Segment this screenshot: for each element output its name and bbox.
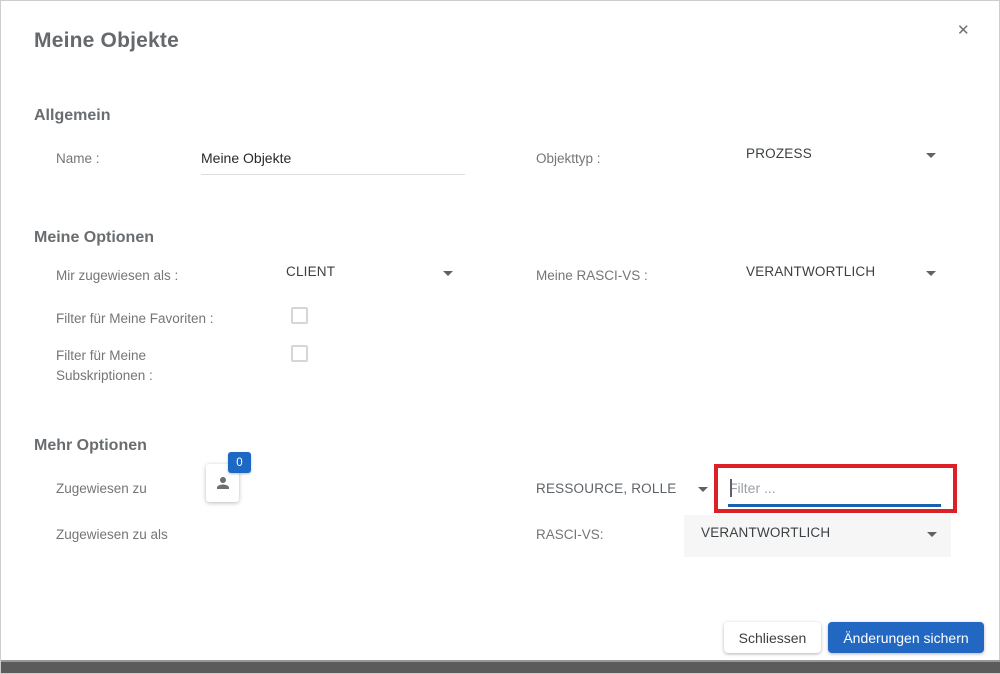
objekttyp-value[interactable]: PROZESS — [746, 146, 812, 161]
section-heading-allgemein: Allgemein — [34, 107, 111, 124]
section-heading-meine-optionen: Meine Optionen — [34, 229, 154, 246]
rasci-vs-select[interactable]: VERANTWORTLICH — [684, 515, 951, 557]
save-changes-button[interactable]: Änderungen sichern — [828, 622, 984, 653]
assigned-count-badge: 0 — [228, 452, 251, 473]
dialog: ✕ Meine Objekte Allgemein Name : Objektt… — [0, 0, 1000, 674]
bottom-window-edge — [1, 660, 1000, 673]
mir-zugewiesen-value[interactable]: CLIENT — [286, 264, 335, 279]
input-focus-underline — [728, 504, 941, 507]
chevron-down-icon[interactable] — [698, 487, 708, 492]
favoriten-checkbox[interactable] — [291, 307, 308, 324]
subskriptionen-label: Filter für Meine Subskriptionen : — [56, 348, 153, 383]
zugewiesen-zu-als-label: Zugewiesen zu als — [56, 527, 168, 542]
chevron-down-icon[interactable] — [927, 532, 937, 537]
close-button[interactable]: Schliessen — [724, 622, 821, 653]
name-label: Name : — [56, 151, 100, 166]
person-icon — [216, 477, 229, 489]
close-icon[interactable]: ✕ — [957, 23, 970, 38]
rasci-vs-value[interactable]: VERANTWORTLICH — [701, 525, 830, 540]
rasci-vs-label: RASCI-VS: — [536, 527, 604, 542]
chevron-down-icon[interactable] — [926, 153, 936, 158]
zugewiesen-zu-label: Zugewiesen zu — [56, 481, 147, 496]
ressource-rolle-value[interactable]: RESSOURCE, ROLLE — [536, 481, 677, 496]
name-input[interactable] — [201, 141, 465, 175]
mir-zugewiesen-label: Mir zugewiesen als : — [56, 268, 179, 283]
meine-rasci-value[interactable]: VERANTWORTLICH — [746, 264, 875, 279]
subskriptionen-checkbox[interactable] — [291, 345, 308, 362]
page-title: Meine Objekte — [34, 29, 179, 52]
chevron-down-icon[interactable] — [443, 271, 453, 276]
filter-input[interactable] — [729, 477, 941, 499]
text-cursor — [730, 479, 732, 497]
favoriten-label: Filter für Meine Favoriten : — [56, 311, 214, 326]
meine-rasci-label: Meine RASCI-VS : — [536, 268, 648, 283]
objekttyp-label: Objekttyp : — [536, 151, 601, 166]
chevron-down-icon[interactable] — [926, 271, 936, 276]
section-heading-mehr-optionen: Mehr Optionen — [34, 437, 147, 454]
